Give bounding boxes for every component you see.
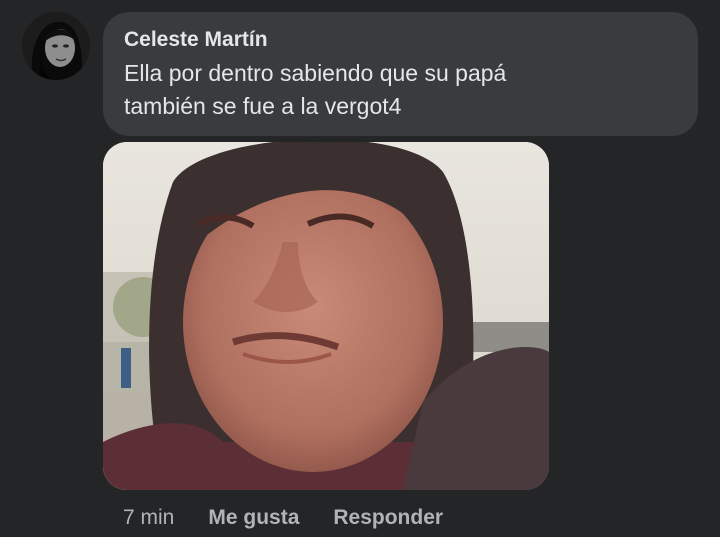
comment-text-line: también se fue a la vergot4 (124, 93, 402, 119)
comment-text: Ella por dentro sabiendo que su papá tam… (124, 57, 684, 123)
attached-photo-icon (103, 142, 549, 490)
comment: Celeste Martín Ella por dentro sabiendo … (0, 0, 720, 537)
avatar[interactable] (22, 12, 90, 80)
profile-photo-icon (22, 12, 90, 80)
comment-text-line: Ella por dentro sabiendo que su papá (124, 60, 507, 86)
comment-actions: 7 min Me gusta Responder (123, 503, 477, 533)
author-name[interactable]: Celeste Martín (124, 26, 698, 54)
reply-button[interactable]: Responder (333, 506, 443, 530)
comment-bubble: Celeste Martín Ella por dentro sabiendo … (103, 12, 698, 136)
like-button[interactable]: Me gusta (208, 506, 299, 530)
attached-photo[interactable] (103, 142, 549, 490)
timestamp[interactable]: 7 min (123, 506, 174, 530)
